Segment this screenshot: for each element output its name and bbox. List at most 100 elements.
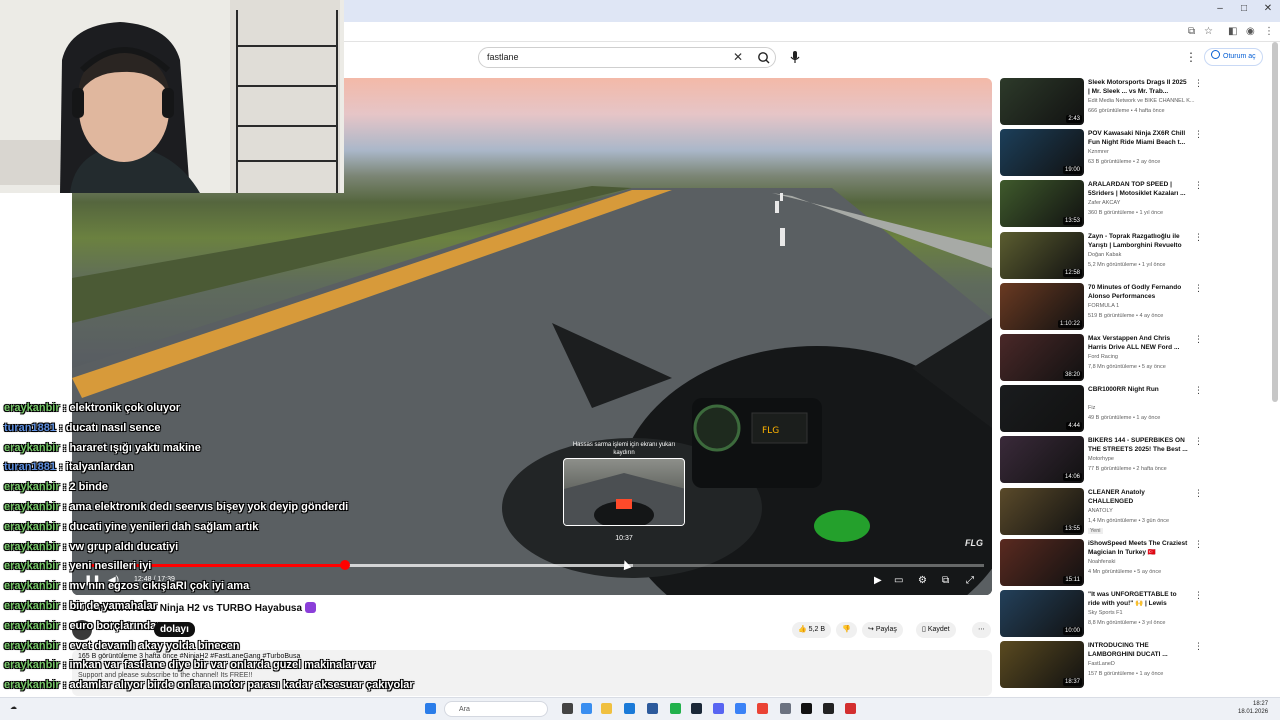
chat-username[interactable]: turan1881 — [4, 461, 56, 473]
steam-icon[interactable] — [691, 703, 702, 714]
miniplayer-icon[interactable]: ⧉ — [942, 575, 949, 586]
settings-icon[interactable]: ⚙ — [918, 575, 927, 586]
sidebar-video-item[interactable]: 19:00 POV Kawasaki Ninja ZX6R Chill Fun N… — [1000, 129, 1203, 177]
more-options-icon[interactable]: ⋮ — [1194, 232, 1203, 243]
obs-icon[interactable] — [801, 703, 812, 714]
video-thumbnail[interactable]: 14:06 — [1000, 436, 1084, 484]
progress-scrubber[interactable] — [340, 560, 350, 570]
more-options-icon[interactable]: ⋮ — [1194, 488, 1203, 499]
chat-username[interactable]: eraykanbir — [4, 481, 60, 493]
chat-username[interactable]: eraykanbir — [4, 620, 60, 632]
channel-name[interactable]: FastLaneD — [1088, 661, 1200, 667]
channel-name[interactable]: Edit Media Network ve BIKE CHANNEL K... — [1088, 98, 1200, 104]
file-explorer-icon[interactable] — [601, 703, 612, 714]
video-thumbnail[interactable]: 18:37 — [1000, 641, 1084, 689]
video-title[interactable]: 70 Minutes of Godly Fernando Alonso Perf… — [1088, 283, 1188, 301]
chat-username[interactable]: eraykanbir — [4, 501, 60, 513]
share-button[interactable]: ↪ Paylaş — [862, 622, 903, 638]
bookmark-star-icon[interactable]: ☆ — [1204, 26, 1213, 37]
extensions-icon[interactable]: ◧ — [1228, 26, 1237, 37]
channel-name[interactable]: Noahfenski — [1088, 559, 1200, 565]
chat-username[interactable]: eraykanbir — [4, 659, 60, 671]
save-button[interactable]: ▯ Kaydet — [916, 622, 956, 638]
sidebar-video-item[interactable]: 13:53 ARALARDAN TOP SPEED | 5Sriders | Mo… — [1000, 180, 1203, 228]
sidebar-video-item[interactable]: 18:37 INTRODUCING THE LAMBORGHINI DUCATI … — [1000, 641, 1203, 689]
dislike-button[interactable]: 👎 — [836, 622, 857, 638]
chat-username[interactable]: eraykanbir — [4, 580, 60, 592]
video-thumbnail[interactable]: 38:20 — [1000, 334, 1084, 381]
close-window-button[interactable]: ✕ — [1260, 3, 1276, 14]
subtitles-icon[interactable]: ▭ — [894, 575, 903, 586]
messenger-icon[interactable] — [735, 703, 746, 714]
video-thumbnail[interactable]: 10:00 — [1000, 590, 1084, 637]
channel-name[interactable]: FORMULA 1 — [1088, 303, 1200, 309]
chat-username[interactable]: eraykanbir — [4, 679, 60, 691]
search-button[interactable] — [753, 49, 775, 66]
chat-username[interactable]: eraykanbir — [4, 521, 60, 533]
video-title[interactable]: CBR1000RR Night Run — [1088, 385, 1188, 394]
fullscreen-icon[interactable]: ⤢ — [966, 575, 974, 586]
chrome-icon[interactable] — [757, 703, 768, 714]
profile-icon[interactable]: ◉ — [1246, 26, 1255, 37]
channel-name[interactable]: Kznmrer — [1088, 149, 1200, 155]
more-options-icon[interactable]: ⋮ — [1194, 385, 1203, 396]
more-options-icon[interactable]: ⋮ — [1194, 78, 1203, 89]
chat-username[interactable]: eraykanbir — [4, 442, 60, 454]
video-thumbnail[interactable]: 13:53 — [1000, 180, 1084, 228]
chat-username[interactable]: eraykanbir — [4, 640, 60, 652]
weather-widget-icon[interactable]: ☁ — [10, 703, 17, 711]
sidebar-video-item[interactable]: 10:00 "It was UNFORGETTABLE to ride with … — [1000, 590, 1203, 638]
sidebar-video-item[interactable]: 2:43 Sleek Motorsports Drags II 2025 | Mr… — [1000, 78, 1203, 126]
sidebar-video-item[interactable]: 13:55 CLEANER Anatoly CHALLENGED BODYBUIL… — [1000, 487, 1203, 536]
video-thumbnail[interactable]: 12:58 — [1000, 231, 1084, 279]
video-title[interactable]: Sleek Motorsports Drags II 2025 | Mr. Sl… — [1088, 78, 1188, 96]
search-input[interactable]: fastlane — [487, 52, 519, 62]
sidebar-video-item[interactable]: 1:10:22 70 Minutes of Godly Fernando Alon… — [1000, 282, 1203, 331]
browser-menu-icon[interactable]: ⋮ — [1264, 26, 1274, 37]
edge-icon[interactable] — [624, 703, 635, 714]
video-thumbnail[interactable]: 13:55 — [1000, 487, 1084, 535]
clear-search-icon[interactable]: ✕ — [733, 50, 743, 64]
video-thumbnail[interactable]: 1:10:22 — [1000, 282, 1084, 330]
video-title[interactable]: Max Verstappen And Chris Harris Drive AL… — [1088, 334, 1188, 352]
sidebar-video-item[interactable]: 14:06 BIKERS 144 - SUPERBIKES ON THE STRE… — [1000, 436, 1203, 484]
minimize-button[interactable]: – — [1212, 3, 1228, 14]
settings-app-icon[interactable] — [780, 703, 791, 714]
video-title[interactable]: POV Kawasaki Ninja ZX6R Chill Fun Night … — [1088, 129, 1188, 147]
chat-username[interactable]: eraykanbir — [4, 560, 60, 572]
channel-name[interactable]: ANATOLY — [1088, 508, 1200, 514]
app-icon[interactable] — [845, 703, 856, 714]
more-options-icon[interactable]: ⋮ — [1194, 129, 1203, 140]
copilot-icon[interactable] — [581, 703, 592, 714]
page-scrollbar[interactable] — [1272, 42, 1278, 402]
system-clock[interactable]: 18:27 18.01.2026 — [1238, 700, 1268, 716]
chat-username[interactable]: eraykanbir — [4, 600, 60, 612]
video-thumbnail[interactable]: 4:44 — [1000, 385, 1084, 433]
video-title[interactable]: iShowSpeed Meets The Craziest Magician I… — [1088, 539, 1188, 557]
taskbar-search[interactable]: Ara — [444, 701, 548, 717]
channel-name[interactable]: Doğan Kabak — [1088, 252, 1200, 258]
progress-bar[interactable] — [84, 560, 984, 570]
video-thumbnail[interactable]: 2:43 — [1000, 78, 1084, 125]
microphone-icon[interactable] — [788, 49, 802, 65]
chat-username[interactable]: turan1881 — [4, 422, 56, 434]
task-view-icon[interactable] — [562, 703, 573, 714]
more-options-icon[interactable]: ⋮ — [1194, 539, 1203, 550]
video-thumbnail[interactable]: 15:11 — [1000, 538, 1084, 586]
more-options-icon[interactable]: ⋮ — [1194, 436, 1203, 447]
channel-name[interactable]: Motorhype — [1088, 456, 1200, 462]
store-icon[interactable] — [647, 703, 658, 714]
more-actions-button[interactable]: ⋯ — [972, 622, 991, 638]
video-title[interactable]: Zayn - Toprak Razgatlıoğlu ile Yarıştı |… — [1088, 232, 1188, 250]
more-options-icon[interactable]: ⋮ — [1194, 641, 1203, 652]
chat-username[interactable]: eraykanbir — [4, 541, 60, 553]
sidebar-video-item[interactable]: 12:58 Zayn - Toprak Razgatlıoğlu ile Yarı… — [1000, 231, 1203, 280]
autoplay-icon[interactable]: ▶ — [874, 575, 882, 586]
sidebar-video-item[interactable]: 38:20 Max Verstappen And Chris Harris Dri… — [1000, 334, 1203, 382]
media-player-icon[interactable] — [823, 703, 834, 714]
video-title[interactable]: BIKERS 144 - SUPERBIKES ON THE STREETS 2… — [1088, 436, 1188, 454]
more-options-icon[interactable]: ⋮ — [1194, 180, 1203, 191]
sidebar-video-item[interactable]: 15:11 iShowSpeed Meets The Craziest Magic… — [1000, 538, 1203, 587]
maximize-button[interactable]: □ — [1236, 3, 1252, 14]
video-thumbnail[interactable]: 19:00 — [1000, 129, 1084, 177]
